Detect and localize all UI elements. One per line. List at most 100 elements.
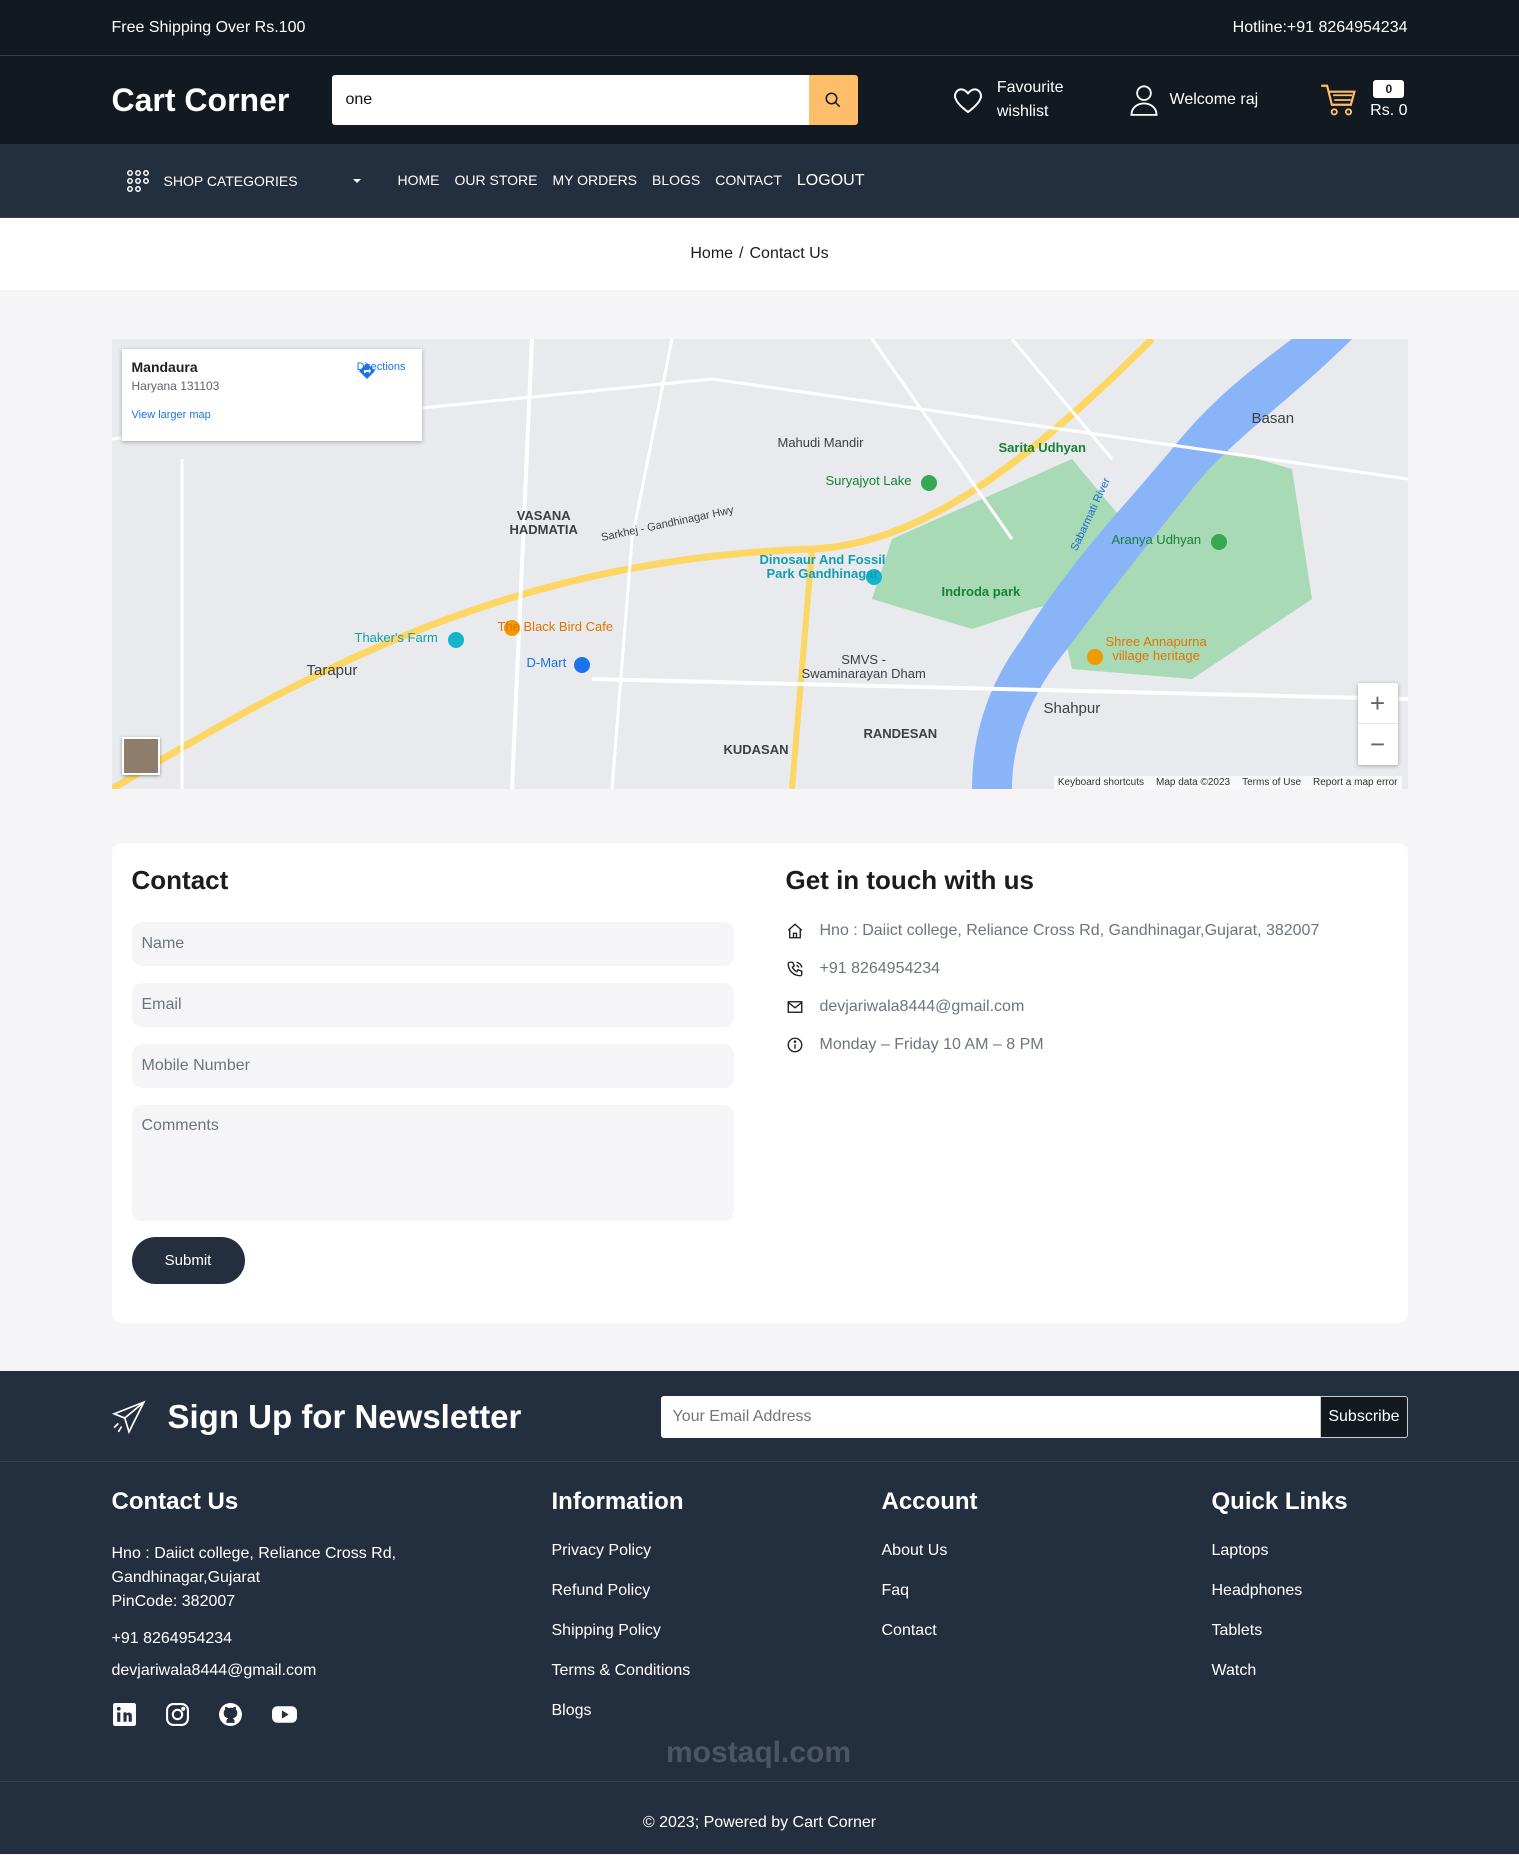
nav-our-store[interactable]: OUR STORE <box>455 172 538 190</box>
footer-account-title: Account <box>881 1488 978 1515</box>
footer-address-line-1: Hno : Daiict college, Reliance Cross Rd, <box>111 1545 397 1562</box>
map-label-suryajyot: Suryajyot Lake <box>825 473 912 488</box>
footer-link-contact[interactable]: Contact <box>882 1622 1212 1640</box>
footer-link-tablets[interactable]: Tablets <box>1212 1622 1408 1640</box>
footer-account-column: Account About Us Faq Contact <box>882 1488 1212 1742</box>
info-phone-text[interactable]: +91 8264954234 <box>820 960 941 978</box>
view-larger-map-link[interactable]: View larger map <box>132 409 412 421</box>
breadcrumb-current: Contact Us <box>749 245 829 262</box>
map-label-indroda: Indroda park <box>941 584 1021 599</box>
grid-dots-icon <box>126 170 149 192</box>
footer-link-refund[interactable]: Refund Policy <box>552 1582 882 1600</box>
info-address-text: Hno : Daiict college, Reliance Cross Rd,… <box>819 922 1320 939</box>
email-field[interactable]: Email <box>131 983 734 1027</box>
map-label-aranya: Aranya Udhyan <box>1111 532 1202 547</box>
social-links <box>112 1702 552 1727</box>
free-shipping-text: Free Shipping Over Rs.100 <box>111 19 306 36</box>
map-place-address: Haryana 131103 <box>131 379 220 393</box>
site-logo[interactable]: Cart Corner <box>112 82 332 119</box>
breadcrumb-home[interactable]: Home <box>690 245 733 263</box>
footer-information-title: Information <box>551 1488 684 1515</box>
map-label-basan: Basan <box>1251 410 1295 427</box>
get-in-touch-title: Get in touch with us <box>785 865 1034 895</box>
map-label-vasana: VASANA HADMATIA <box>509 508 578 537</box>
user-icon <box>1130 85 1158 116</box>
cart-count-badge: 0 <box>1373 80 1405 98</box>
zoom-out-button[interactable]: − <box>1358 724 1398 765</box>
report-map-error-link[interactable]: Report a map error <box>1313 777 1397 788</box>
footer-link-blogs[interactable]: Blogs <box>552 1702 882 1720</box>
main-header: Cart Corner Favourite wishlist Welcome r… <box>0 56 1519 144</box>
wishlist-label-1: Favourite <box>996 79 1064 96</box>
contact-info: Get in touch with us Hno : Daiict colleg… <box>786 865 1320 1301</box>
map-label-shahpur: Shahpur <box>1043 700 1101 717</box>
linkedin-icon[interactable] <box>112 1702 137 1727</box>
footer-information-column: Information Privacy Policy Refund Policy… <box>552 1488 882 1742</box>
footer-link-about[interactable]: About Us <box>882 1542 1212 1560</box>
breadcrumb-separator: / <box>739 245 744 262</box>
newsletter-email-input[interactable] <box>660 1395 1321 1438</box>
shop-categories-dropdown[interactable]: SHOP CATEGORIES <box>112 169 384 193</box>
footer-quick-links-column: Quick Links Laptops Headphones Tablets W… <box>1212 1488 1408 1742</box>
footer-address-line-2: Gandhinagar,Gujarat <box>111 1569 261 1586</box>
contact-form-title: Contact <box>131 865 229 895</box>
footer-link-headphones[interactable]: Headphones <box>1212 1582 1408 1600</box>
submit-button[interactable]: Submit <box>131 1237 245 1284</box>
map-zoom-control: + − <box>1357 683 1398 765</box>
map-label-mahudi: Mahudi Mandir <box>777 435 864 450</box>
nav-logout[interactable]: LOGOUT <box>797 172 865 190</box>
map-label-dmart: D-Mart <box>526 655 567 670</box>
nav-contact[interactable]: CONTACT <box>715 172 782 190</box>
shop-categories-label: SHOP CATEGORIES <box>163 173 298 189</box>
comments-field[interactable]: Comments <box>131 1105 734 1221</box>
search-button[interactable] <box>808 75 858 125</box>
hotline-text[interactable]: Hotline:+91 8264954234 <box>1233 19 1408 37</box>
name-field[interactable]: Name <box>131 922 734 966</box>
satellite-toggle[interactable] <box>121 737 160 775</box>
footer-phone[interactable]: +91 8264954234 <box>112 1630 552 1648</box>
nav-blogs[interactable]: BLOGS <box>652 172 700 190</box>
copyright-bar: © 2023; Powered by Cart Corner <box>0 1782 1519 1854</box>
footer-link-privacy[interactable]: Privacy Policy <box>552 1542 882 1560</box>
info-phone: +91 8264954234 <box>786 960 1320 978</box>
map-label-sarita: Sarita Udhyan <box>998 440 1086 455</box>
footer: Contact Us Hno : Daiict college, Relianc… <box>0 1462 1519 1782</box>
map-label-blackbird: The Black Bird Cafe <box>497 619 614 634</box>
footer-link-laptops[interactable]: Laptops <box>1212 1542 1408 1560</box>
newsletter-section: Sign Up for Newsletter Subscribe <box>0 1371 1519 1462</box>
footer-link-terms[interactable]: Terms & Conditions <box>552 1662 882 1680</box>
wishlist-label-2: wishlist <box>996 103 1049 120</box>
footer-contact-title: Contact Us <box>111 1488 239 1515</box>
info-email-text[interactable]: devjariwala8444@gmail.com <box>820 998 1025 1016</box>
copyright-text: © 2023; Powered by Cart Corner <box>642 1814 877 1831</box>
welcome-text: Welcome raj <box>1169 91 1259 108</box>
footer-link-shipping[interactable]: Shipping Policy <box>552 1622 882 1640</box>
map-label-dinosaur-park: Dinosaur And Fossil Park Gandhinagar <box>759 552 886 581</box>
cart-link[interactable]: 0 Rs. 0 <box>1320 80 1408 120</box>
keyboard-shortcuts-link[interactable]: Keyboard shortcuts <box>1058 777 1144 788</box>
footer-link-watch[interactable]: Watch <box>1212 1662 1408 1680</box>
map-data-text: Map data ©2023 <box>1156 777 1231 788</box>
newsletter-title: Sign Up for Newsletter <box>167 1397 522 1435</box>
account-link[interactable]: Welcome raj <box>1130 84 1259 116</box>
info-email: devjariwala8444@gmail.com <box>786 998 1320 1016</box>
map-info-window: Mandaura Haryana 131103 View larger map … <box>121 349 422 441</box>
search-input[interactable] <box>331 75 809 125</box>
footer-link-faq[interactable]: Faq <box>882 1582 1212 1600</box>
github-icon[interactable] <box>218 1702 243 1727</box>
instagram-icon[interactable] <box>165 1702 190 1727</box>
nav-home[interactable]: HOME <box>398 172 440 190</box>
zoom-in-button[interactable]: + <box>1357 683 1398 724</box>
subscribe-button[interactable]: Subscribe <box>1320 1395 1408 1438</box>
footer-quick-links-title: Quick Links <box>1211 1488 1348 1515</box>
terms-of-use-link[interactable]: Terms of Use <box>1242 777 1301 788</box>
info-icon <box>787 1037 802 1053</box>
footer-email[interactable]: devjariwala8444@gmail.com <box>112 1662 552 1680</box>
nav-my-orders[interactable]: MY ORDERS <box>552 172 637 190</box>
wishlist-link[interactable]: Favourite wishlist <box>951 76 1064 124</box>
mobile-field[interactable]: Mobile Number <box>131 1044 734 1088</box>
directions-button[interactable]: Directions <box>357 361 406 379</box>
watermark: mostaql.com <box>666 1736 852 1769</box>
embedded-map[interactable]: VASANA HADMATIA Tarapur Shahpur Basan RAN… <box>111 339 1408 789</box>
youtube-icon[interactable] <box>271 1702 298 1727</box>
